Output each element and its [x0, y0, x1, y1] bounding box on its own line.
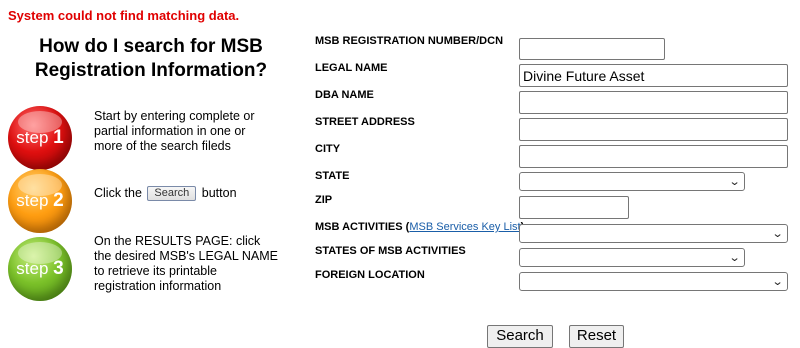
- help-title: How do I search for MSB Registration Inf…: [34, 36, 268, 81]
- foreign-location-label: FOREIGN LOCATION: [315, 269, 425, 281]
- step-2: step 2 Click the Search button: [8, 169, 288, 235]
- step-3: step 3 On the RESULTS PAGE: click the de…: [8, 234, 288, 303]
- msb-activities-label: MSB ACTIVITIES (MSB Services Key List): [315, 221, 524, 233]
- search-button[interactable]: Search: [487, 325, 553, 348]
- search-button-illustration: Search: [147, 186, 197, 202]
- chevron-down-icon: ⌄: [728, 176, 741, 188]
- step-1-icon: step 1: [8, 106, 72, 170]
- foreign-location-select[interactable]: ⌄: [519, 272, 788, 291]
- dba-name-label: DBA NAME: [315, 89, 374, 101]
- chevron-down-icon: ⌄: [771, 276, 784, 288]
- states-of-activities-label: STATES OF MSB ACTIVITIES: [315, 245, 466, 257]
- msb-number-label: MSB REGISTRATION NUMBER/DCN: [315, 35, 504, 47]
- step-1: step 1 Start by entering complete or par…: [8, 106, 288, 172]
- legal-name-label: LEGAL NAME: [315, 62, 388, 74]
- step-2-icon: step 2: [8, 169, 72, 233]
- street-address-label: STREET ADDRESS: [315, 116, 415, 128]
- city-input[interactable]: [519, 145, 788, 168]
- error-message: System could not find matching data.: [8, 8, 240, 23]
- dba-name-input[interactable]: [519, 91, 788, 114]
- city-label: CITY: [315, 143, 341, 155]
- msb-activities-select[interactable]: ⌄: [519, 224, 788, 243]
- msb-number-input[interactable]: [519, 38, 665, 60]
- street-address-input[interactable]: [519, 118, 788, 141]
- zip-label: ZIP: [315, 194, 333, 206]
- step-2-text: Click the Search button: [94, 186, 237, 202]
- state-label: STATE: [315, 170, 350, 182]
- legal-name-input[interactable]: [519, 64, 788, 87]
- msb-services-key-list-link[interactable]: MSB Services Key List: [409, 221, 520, 233]
- step-1-text: Start by entering complete or partial in…: [94, 109, 255, 153]
- chevron-down-icon: ⌄: [728, 252, 741, 264]
- reset-button[interactable]: Reset: [569, 325, 624, 348]
- states-of-activities-select[interactable]: ⌄: [519, 248, 745, 267]
- step-3-icon: step 3: [8, 237, 72, 301]
- zip-input[interactable]: [519, 196, 629, 219]
- state-select[interactable]: ⌄: [519, 172, 745, 191]
- chevron-down-icon: ⌄: [771, 228, 784, 240]
- step-3-text: On the RESULTS PAGE: click the desired M…: [94, 234, 278, 293]
